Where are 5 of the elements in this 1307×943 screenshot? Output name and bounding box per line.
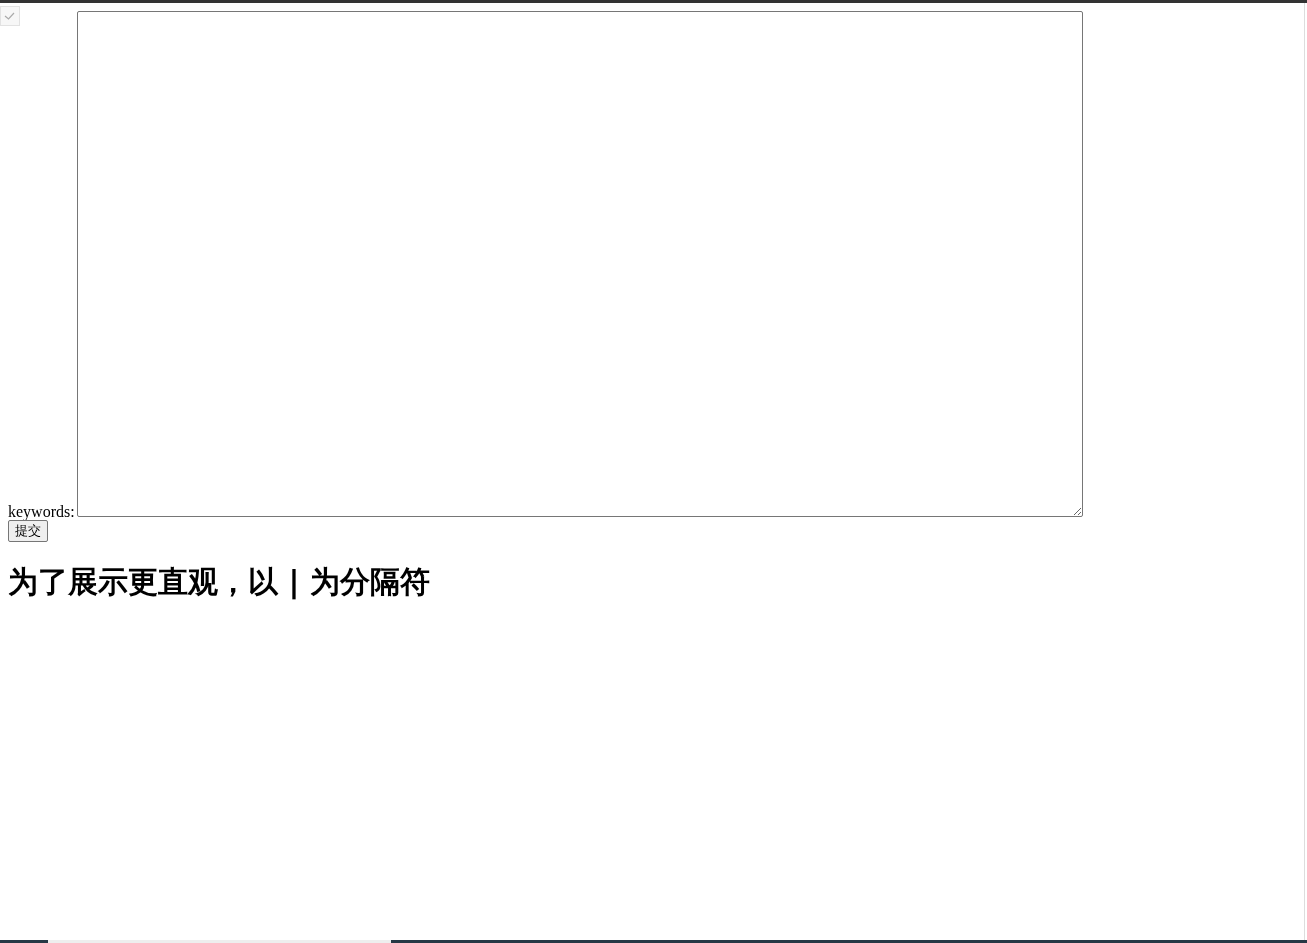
page-heading: 为了展示更直观，以 | 为分隔符 (8, 563, 431, 602)
checkmark-icon (0, 6, 20, 26)
keywords-textarea[interactable] (76, 11, 1083, 517)
submit-button[interactable]: 提交 (8, 520, 48, 542)
keywords-label: keywords: (8, 504, 75, 520)
